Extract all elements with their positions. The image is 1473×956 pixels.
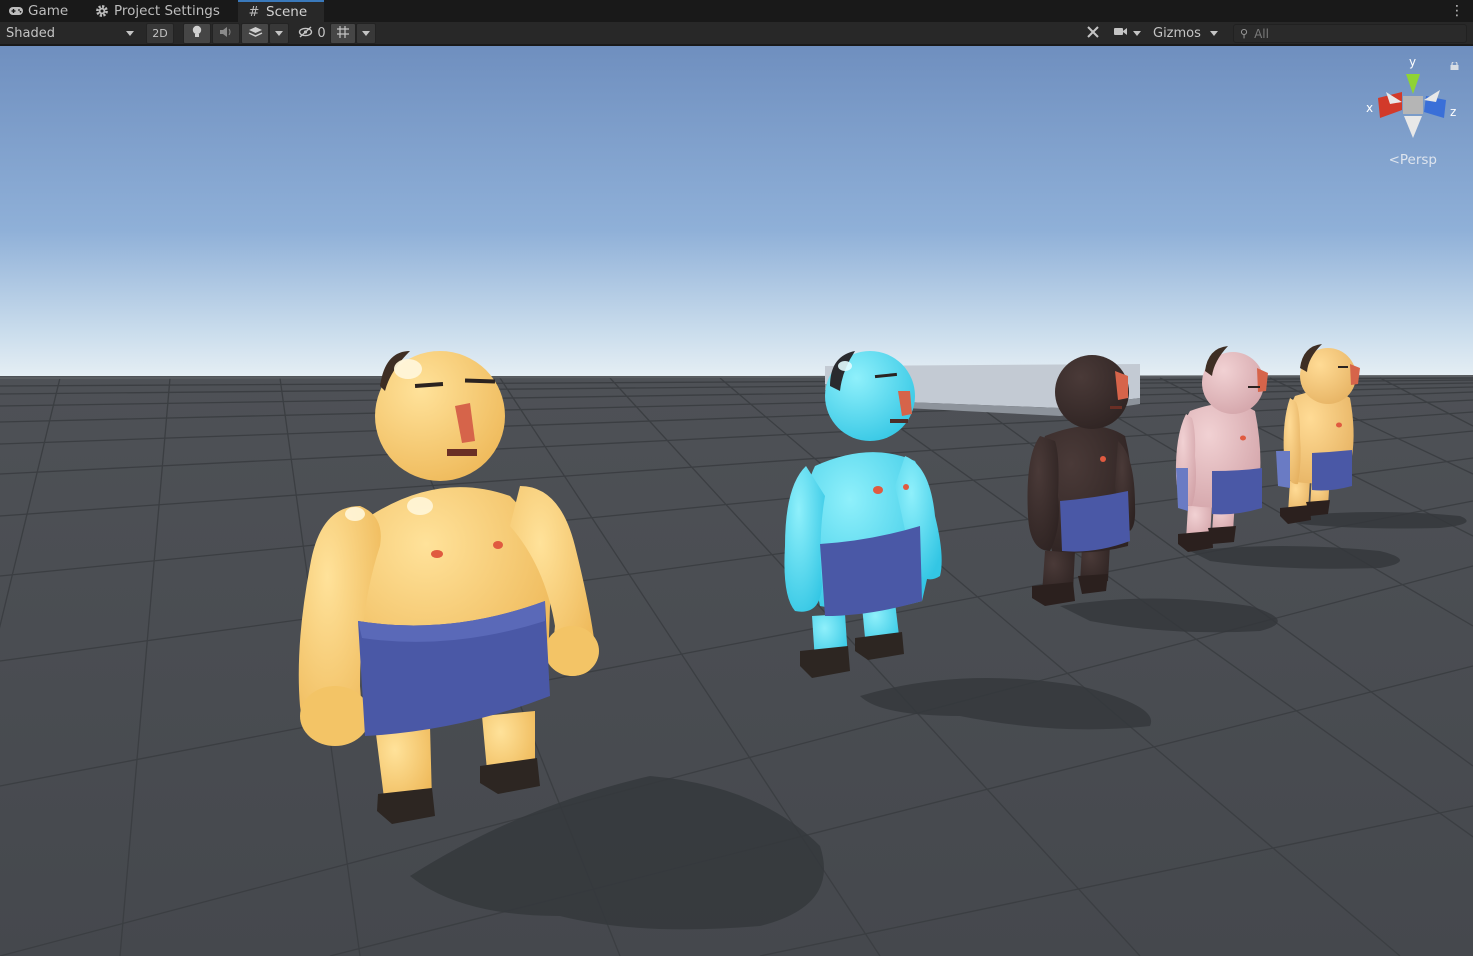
tab-scene[interactable]: # Scene [238, 0, 324, 22]
camera-icon [1113, 26, 1128, 41]
grid-hash-icon: # [248, 4, 260, 20]
eye-slash-icon [298, 25, 313, 42]
gizmo-center-cube[interactable] [1403, 96, 1423, 114]
tab-bar: Game Project Settings # Scene ⋮ [0, 0, 1473, 22]
chevron-left-icon: < [1388, 152, 1400, 168]
search-input[interactable]: All [1254, 27, 1269, 41]
chevron-down-icon [275, 31, 283, 36]
projection-toggle[interactable]: <Persp [1389, 152, 1437, 168]
scene-viewport[interactable]: y x z <Persp [0, 46, 1473, 956]
audio-toggle-button[interactable] [212, 23, 240, 44]
gizmos-label: Gizmos [1153, 26, 1201, 41]
tab-label: Game [28, 3, 69, 19]
layers-icon [248, 25, 263, 42]
axis-y-label: y [1409, 55, 1416, 69]
scene-render: y x z [0, 46, 1473, 956]
grid-toggle-button[interactable] [330, 23, 356, 44]
hierarchy-search[interactable]: ⚲ All [1233, 24, 1467, 43]
lightbulb-icon [191, 25, 203, 43]
tab-project-settings[interactable]: Project Settings [86, 0, 228, 22]
hidden-count: 0 [317, 26, 326, 41]
speaker-icon [219, 26, 233, 42]
lock-icon[interactable] [1450, 62, 1459, 70]
chevron-down-icon [1133, 31, 1141, 36]
chevron-down-icon [1210, 31, 1218, 36]
scene-toolbar: Shaded 2D 0 Gizmos ⚲ All [0, 22, 1473, 45]
chevron-down-icon [126, 31, 134, 36]
draw-mode-label: Shaded [6, 26, 55, 41]
tab-label: Scene [266, 4, 308, 20]
chevron-down-icon [362, 31, 370, 36]
toggle-2d-button[interactable]: 2D [146, 23, 174, 44]
gizmos-button[interactable]: Gizmos [1148, 23, 1204, 44]
toggle-2d-label: 2D [152, 27, 168, 40]
sky [0, 46, 1473, 381]
effects-toggle-button[interactable] [241, 23, 269, 44]
projection-label: Persp [1399, 152, 1437, 168]
gizmos-dropdown[interactable] [1204, 23, 1224, 44]
grid-dropdown[interactable] [356, 23, 376, 44]
tab-label: Project Settings [114, 3, 220, 19]
hidden-objects-toggle[interactable]: 0 [295, 23, 329, 44]
gamepad-icon [8, 3, 24, 19]
wrench-cross-icon [1086, 25, 1100, 43]
draw-mode-dropdown[interactable]: Shaded [0, 23, 140, 44]
more-options-icon[interactable]: ⋮ [1449, 3, 1465, 19]
axis-z-label: z [1450, 105, 1456, 119]
grid-icon [336, 25, 350, 43]
tools-button[interactable] [1080, 23, 1106, 44]
search-icon: ⚲ [1240, 27, 1249, 40]
axis-x-label: x [1366, 101, 1373, 115]
lighting-toggle-button[interactable] [183, 23, 211, 44]
gear-icon [94, 3, 110, 19]
effects-dropdown[interactable] [269, 23, 289, 44]
camera-settings-dropdown[interactable] [1108, 23, 1146, 44]
tab-game[interactable]: Game [0, 0, 76, 22]
